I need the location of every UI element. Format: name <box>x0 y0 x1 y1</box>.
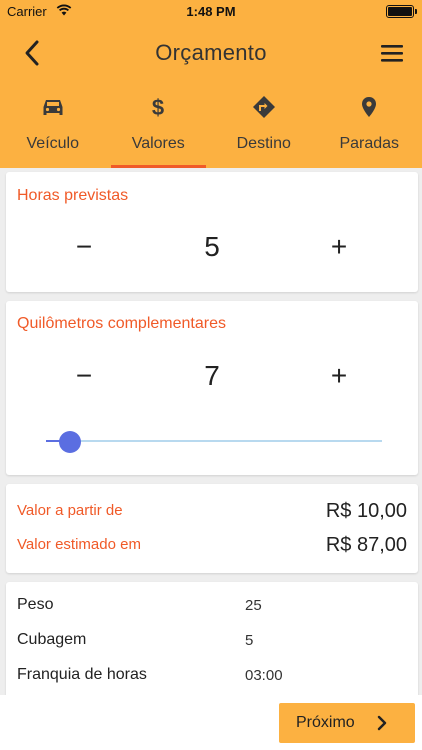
hours-increment-button[interactable]: + <box>319 229 359 265</box>
dollar-icon: $ <box>106 95 212 119</box>
navigation-bar: Orçamento <box>0 24 422 84</box>
hours-title: Horas previstas <box>17 187 129 204</box>
tab-destino[interactable]: Destino <box>211 90 317 168</box>
next-button[interactable]: Próximo <box>279 703 415 743</box>
km-card: Quilômetros complementares − 7 + <box>6 301 418 475</box>
info-label-franquia: Franquia de horas <box>17 666 147 683</box>
page-title: Orçamento <box>155 40 267 65</box>
directions-icon <box>211 95 317 119</box>
info-label-cubagem: Cubagem <box>17 631 87 648</box>
menu-button[interactable] <box>378 38 406 68</box>
info-value-cubagem: 5 <box>245 632 254 649</box>
prices-card: Valor a partir de R$ 10,00 Valor estimad… <box>6 484 418 573</box>
clock: 1:48 PM <box>186 4 236 19</box>
info-value-peso: 25 <box>245 597 262 614</box>
status-bar: Carrier 1:48 PM <box>0 0 422 24</box>
tab-label: Valores <box>131 135 185 152</box>
chevron-right-icon <box>377 715 387 731</box>
km-title: Quilômetros complementares <box>17 315 226 332</box>
app-header: Carrier 1:48 PM Orçamento Veículo $ Valo… <box>0 0 422 168</box>
hamburger-menu-icon <box>381 45 403 62</box>
km-increment-button[interactable]: + <box>319 358 359 394</box>
info-label-peso: Peso <box>17 596 54 613</box>
footer-bar: Próximo <box>0 695 422 750</box>
battery-icon <box>386 5 417 18</box>
svg-text:$: $ <box>152 95 164 119</box>
tab-paradas[interactable]: Paradas <box>317 90 422 168</box>
next-button-label: Próximo <box>296 714 355 731</box>
tab-valores[interactable]: $ Valores <box>106 90 212 168</box>
car-icon <box>0 95 106 119</box>
tab-label: Destino <box>236 135 291 152</box>
location-pin-icon <box>317 95 422 119</box>
from-price-value: R$ 10,00 <box>325 500 407 522</box>
tab-bar: Veículo $ Valores Destino Paradas <box>0 90 422 168</box>
from-price-label: Valor a partir de <box>17 502 123 519</box>
info-value-franquia: 03:00 <box>245 667 283 684</box>
estimated-price-label: Valor estimado em <box>17 536 141 553</box>
km-slider[interactable] <box>46 440 382 442</box>
tab-label: Veículo <box>26 135 79 152</box>
hours-card: Horas previstas − 5 + <box>6 172 418 292</box>
tab-label: Paradas <box>339 135 400 152</box>
slider-thumb[interactable] <box>58 431 81 453</box>
estimated-price-value: R$ 87,00 <box>325 534 407 556</box>
info-card: Peso 25 Cubagem 5 Franquia de horas 03:0… <box>6 582 418 712</box>
tab-veiculo[interactable]: Veículo <box>0 90 106 168</box>
